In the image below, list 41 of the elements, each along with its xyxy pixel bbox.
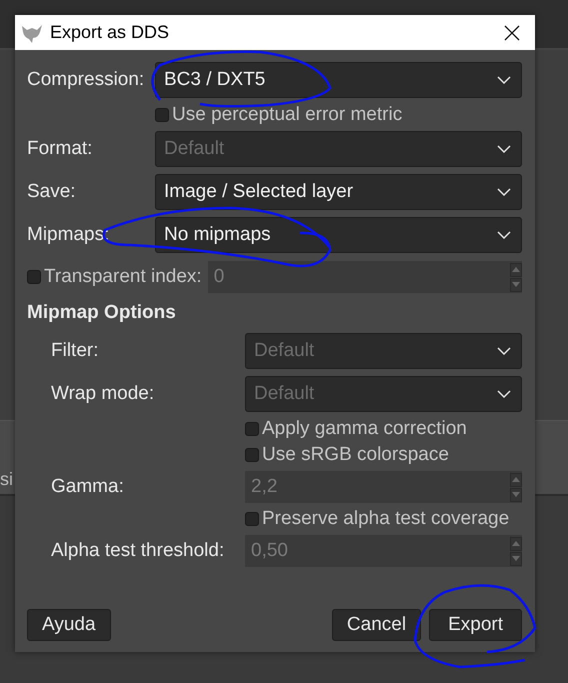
chevron-icon (497, 231, 511, 239)
help-button[interactable]: Ayuda (27, 609, 111, 641)
field-value: 0,50 (251, 540, 288, 562)
dropdown[interactable]: Image / Selected layer (155, 174, 522, 210)
chevron-icon (497, 76, 511, 84)
field-label: Save: (27, 181, 77, 203)
field-value: 0 (214, 266, 224, 288)
checkbox[interactable] (245, 512, 259, 526)
dropdown[interactable]: BC3 / DXT5 (155, 62, 522, 98)
checkbox-label: Apply gamma correction (262, 418, 467, 440)
field-label: Alpha test threshold: (51, 540, 226, 562)
export-button[interactable]: Export (429, 609, 522, 641)
section-heading: Mipmap Options (27, 302, 177, 324)
chevron-icon (497, 188, 511, 196)
cancel-button[interactable]: Cancel (332, 609, 422, 641)
chevron-icon (497, 145, 511, 153)
chevron-icon (497, 390, 511, 398)
checkbox-label: Use perceptual error metric (172, 104, 402, 126)
field-label: Format: (27, 138, 94, 160)
down-triangle-icon (512, 492, 520, 497)
down-triangle-icon (512, 282, 520, 287)
close-icon (504, 24, 520, 40)
field-label: Gamma: (51, 476, 125, 498)
checkbox[interactable] (245, 422, 259, 436)
field-value: 2,2 (251, 476, 278, 498)
up-triangle-icon (512, 477, 520, 482)
checkbox[interactable] (155, 108, 169, 122)
field-label: Filter: (51, 340, 100, 362)
dropdown[interactable]: No mipmaps (155, 217, 522, 253)
up-triangle-icon (512, 267, 520, 272)
side-text: si (0, 468, 13, 490)
down-triangle-icon (512, 556, 520, 561)
checkbox-label: Preserve alpha test coverage (262, 508, 510, 530)
chevron-icon (497, 347, 511, 355)
window-title: Export as DDS (50, 22, 170, 43)
field-label: Wrap mode: (51, 383, 156, 405)
field-label: Compression: (27, 69, 146, 91)
up-triangle-icon (512, 541, 520, 546)
checkbox[interactable] (245, 448, 259, 462)
checkbox-label: Use sRGB colorspace (262, 444, 449, 466)
checkbox-label: Transparent index: (44, 266, 202, 288)
